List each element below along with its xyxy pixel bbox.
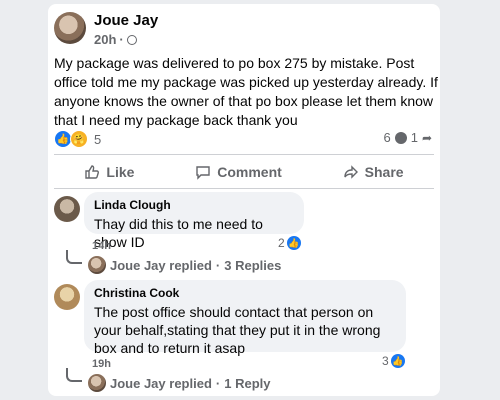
comment-like-count: 3 [382, 354, 389, 368]
view-replies-link[interactable]: Joue Jay replied · 1 Reply [88, 374, 270, 392]
comment-text: Thay did this to me need to show ID [94, 216, 263, 250]
comment-bubble-icon [394, 131, 407, 144]
author-avatar[interactable] [54, 12, 86, 44]
reply-thread-line [66, 250, 82, 264]
reaction-summary[interactable]: 👍 🤗 5 [54, 130, 101, 148]
reply-count: 3 Replies [224, 257, 282, 273]
comment-icon [196, 166, 210, 180]
globe-icon [126, 34, 137, 45]
view-replies-link[interactable]: Joue Jay replied · 3 Replies [88, 256, 281, 274]
comment-time[interactable]: 14h [92, 240, 111, 252]
like-button[interactable]: Like [84, 164, 134, 180]
like-label: Like [106, 164, 135, 180]
share-count[interactable]: 1 [411, 130, 418, 145]
comment-reactions[interactable]: 3 👍 [382, 354, 405, 368]
reply-author: Joue Jay replied [110, 375, 212, 391]
comment-bubble: Christina Cook The post office should co… [84, 280, 406, 356]
reaction-count: 5 [94, 131, 102, 147]
commenter-avatar[interactable] [54, 196, 80, 222]
share-icon [343, 165, 358, 179]
commenter-name[interactable]: Linda Clough [94, 198, 294, 212]
post-author[interactable]: Joue Jay [94, 12, 158, 29]
reply-avatar [88, 256, 106, 274]
share-label: Share [364, 164, 404, 180]
reply-thread-line [66, 368, 82, 382]
share-button[interactable]: Share [343, 164, 404, 180]
care-reaction-icon: 🤗 [70, 130, 88, 148]
action-bar: Like Comment Share [54, 158, 434, 186]
like-reaction-icon: 👍 [390, 354, 405, 368]
commenter-name[interactable]: Christina Cook [94, 286, 396, 300]
comment-count[interactable]: 6 [383, 130, 390, 145]
comment-reactions[interactable]: 2 👍 [278, 236, 301, 250]
like-reaction-icon: 👍 [286, 236, 301, 250]
post-meta: 20h · [94, 32, 137, 47]
post-text: My package was delivered to po box 275 b… [54, 55, 438, 128]
comment-label: Comment [217, 164, 282, 180]
reply-avatar [88, 374, 106, 392]
comment-text: The post office should contact that pers… [94, 304, 381, 356]
divider [54, 154, 434, 155]
post-card: Joue Jay 20h · My package was delivered … [48, 4, 440, 396]
engagement-counts: 6 1 ➦ [383, 130, 432, 145]
reply-author: Joue Jay replied [110, 257, 212, 273]
share-arrow-icon: ➦ [421, 130, 432, 145]
thumbs-up-icon [85, 165, 100, 179]
post-time[interactable]: 20h [94, 32, 116, 47]
commenter-avatar[interactable] [54, 284, 80, 310]
comment-like-count: 2 [278, 236, 285, 250]
comment-button[interactable]: Comment [195, 164, 282, 180]
reply-count: 1 Reply [224, 375, 271, 391]
divider [54, 188, 434, 189]
comment-bubble: Linda Clough Thay did this to me need to… [84, 192, 304, 250]
comment-time[interactable]: 19h [92, 358, 111, 370]
